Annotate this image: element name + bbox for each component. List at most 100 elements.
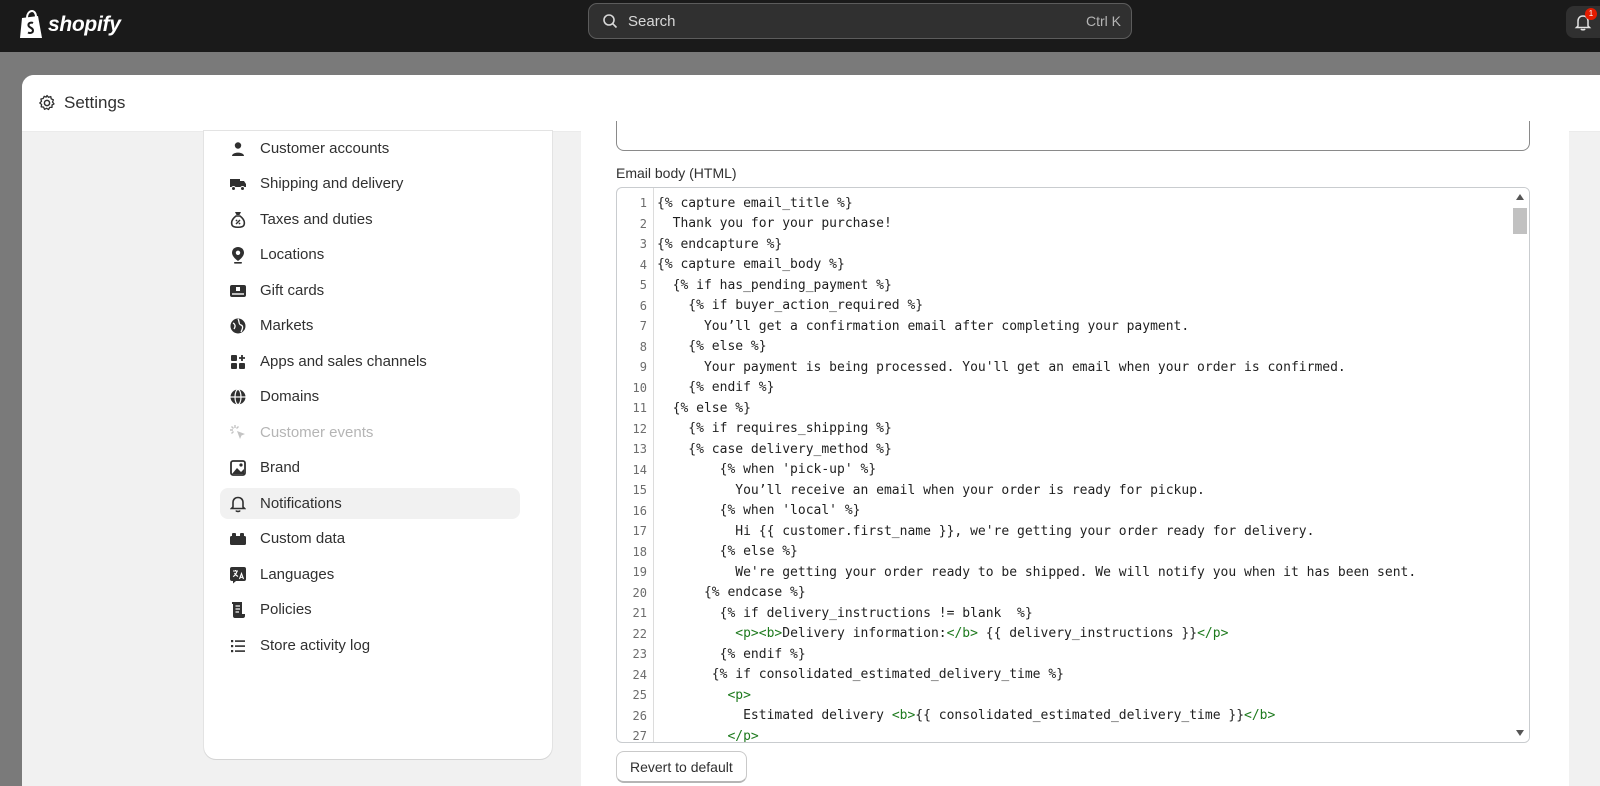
- cursor-click-icon: [228, 423, 248, 443]
- scroll-up-arrow-icon[interactable]: [1516, 194, 1524, 200]
- code-line[interactable]: 2 Thank you for your purchase!: [617, 214, 1416, 235]
- code-line[interactable]: 11 {% else %}: [617, 398, 1416, 419]
- tax-bag-icon: [228, 210, 248, 230]
- sidebar-item-label: Store activity log: [260, 637, 371, 654]
- sidebar-item-label: Notifications: [260, 495, 342, 512]
- gear-icon: [39, 94, 55, 111]
- code-text: Hi {{ customer.first_name }}, we're gett…: [657, 523, 1315, 539]
- sidebar-item-custom-data[interactable]: Custom data: [220, 523, 520, 554]
- sidebar-item-shipping-and-delivery[interactable]: Shipping and delivery: [220, 168, 520, 199]
- sidebar-item-notifications[interactable]: Notifications: [220, 488, 520, 519]
- brand-name: shopify: [48, 13, 121, 36]
- code-line[interactable]: 20 {% endcase %}: [617, 583, 1416, 604]
- scrollbar-thumb[interactable]: [1513, 208, 1527, 234]
- code-line[interactable]: 26 Estimated delivery <b>{{ consolidated…: [617, 706, 1416, 727]
- sidebar-item-brand[interactable]: Brand: [220, 452, 520, 483]
- modal-title: Settings: [64, 93, 126, 112]
- sidebar-item-label: Domains: [260, 388, 320, 405]
- sidebar-item-label: Markets: [260, 317, 314, 334]
- code-line[interactable]: 25 <p>: [617, 685, 1416, 706]
- settings-sidebar: Customer accounts Shipping and delivery …: [204, 131, 552, 759]
- code-line[interactable]: 15 You’ll receive an email when your ord…: [617, 480, 1416, 501]
- line-number: 10: [632, 380, 647, 395]
- code-line[interactable]: 27 </p>: [617, 726, 1416, 742]
- sidebar-item-apps-and-sales-channels[interactable]: Apps and sales channels: [220, 346, 520, 377]
- location-pin-icon: [228, 245, 248, 265]
- code-line[interactable]: 23 {% endif %}: [617, 644, 1416, 665]
- sidebar-item-locations[interactable]: Locations: [220, 239, 520, 270]
- sidebar-item-customer-accounts[interactable]: Customer accounts: [220, 133, 520, 164]
- code-line[interactable]: 3 {% endcapture %}: [617, 234, 1416, 255]
- html-code-editor[interactable]: 1 {% capture email_title %} 2 Thank you fo…: [616, 187, 1530, 743]
- code-text: Your payment is being processed. You'll …: [657, 359, 1346, 375]
- search-icon: [603, 14, 618, 29]
- notification-editor-panel: Email body (HTML) 1 {% capture email_titl…: [581, 121, 1569, 786]
- code-line[interactable]: 14 {% when 'pick-up' %}: [617, 460, 1416, 481]
- sidebar-item-store-activity-log[interactable]: Store activity log: [220, 630, 520, 661]
- line-number: 5: [639, 278, 647, 293]
- line-number: 21: [632, 606, 647, 621]
- line-number: 11: [632, 401, 647, 416]
- sidebar-item-label: Customer events: [260, 424, 374, 441]
- sidebar-item-markets[interactable]: Markets: [220, 310, 520, 341]
- sidebar-item-label: Taxes and duties: [260, 211, 373, 228]
- sidebar-item-label: Shipping and delivery: [260, 175, 404, 192]
- code-text: {% else %}: [657, 400, 751, 416]
- code-line[interactable]: 1 {% capture email_title %}: [617, 193, 1416, 214]
- notification-count-badge: 1: [1585, 8, 1597, 20]
- code-text: {% if delivery_instructions != blank %}: [657, 605, 1033, 621]
- code-text: {% capture email_title %}: [657, 195, 853, 211]
- globe-icon: [228, 387, 248, 407]
- line-number: 22: [632, 626, 647, 641]
- code-line[interactable]: 16 {% when 'local' %}: [617, 501, 1416, 522]
- email-subject-input[interactable]: [616, 121, 1530, 151]
- scroll-down-arrow-icon[interactable]: [1516, 730, 1524, 736]
- code-line[interactable]: 18 {% else %}: [617, 542, 1416, 563]
- code-line[interactable]: 13 {% case delivery_method %}: [617, 439, 1416, 460]
- code-line[interactable]: 21 {% if delivery_instructions != blank …: [617, 603, 1416, 624]
- sidebar-item-languages[interactable]: Languages: [220, 559, 520, 590]
- code-text: <p>: [727, 687, 751, 703]
- code-line[interactable]: 4 {% capture email_body %}: [617, 255, 1416, 276]
- sidebar-item-label: Brand: [260, 459, 301, 476]
- line-number: 23: [632, 647, 647, 662]
- sidebar-item-gift-cards[interactable]: Gift cards: [220, 275, 520, 306]
- revert-to-default-button[interactable]: Revert to default: [616, 751, 747, 783]
- sidebar-item-taxes-and-duties[interactable]: Taxes and duties: [220, 204, 520, 235]
- shopify-logo[interactable]: shopify: [18, 8, 121, 42]
- code-line[interactable]: 5 {% if has_pending_payment %}: [617, 275, 1416, 296]
- sidebar-item-domains[interactable]: Domains: [220, 381, 520, 412]
- editor-scrollbar[interactable]: [1511, 188, 1529, 742]
- top-bar: shopify Search Ctrl K 1: [0, 0, 1600, 52]
- database-icon: [228, 529, 248, 549]
- image-icon: [228, 458, 248, 478]
- line-number: 19: [632, 565, 647, 580]
- code-text: Thank you for your purchase!: [657, 216, 892, 232]
- code-line[interactable]: 19 We're getting your order ready to be …: [617, 562, 1417, 583]
- code-text: {% endif %}: [657, 646, 806, 662]
- line-number: 8: [639, 339, 647, 354]
- code-line[interactable]: 6 {% if buyer_action_required %}: [617, 296, 1416, 317]
- code-text: {% endif %}: [657, 380, 775, 396]
- code-line[interactable]: 22 <p><b>Delivery information:</b> {{ de…: [617, 624, 1416, 645]
- line-number: 4: [639, 257, 647, 272]
- code-line[interactable]: 10 {% endif %}: [617, 378, 1416, 399]
- code-line[interactable]: 12 {% if requires_shipping %}: [617, 419, 1416, 440]
- code-text: {% if requires_shipping %}: [657, 421, 892, 437]
- code-text: We're getting your order ready to be shi…: [657, 564, 1417, 580]
- code-line[interactable]: 7 You’ll get a confirmation email after …: [617, 316, 1416, 337]
- sidebar-item-policies[interactable]: Policies: [220, 594, 520, 625]
- code-text: {% case delivery_method %}: [657, 441, 892, 457]
- notifications-button[interactable]: 1: [1566, 6, 1600, 38]
- shopify-bag-icon: [20, 10, 42, 38]
- code-line[interactable]: 8 {% else %}: [617, 337, 1416, 358]
- sidebar-item-label: Languages: [260, 566, 335, 583]
- code-line[interactable]: 24 {% if consolidated_estimated_delivery…: [617, 665, 1416, 686]
- gift-card-icon: [228, 281, 248, 301]
- code-line[interactable]: 9 Your payment is being processed. You'l…: [617, 357, 1416, 378]
- sidebar-item-label: Customer accounts: [260, 140, 390, 157]
- search-bar[interactable]: Search Ctrl K: [588, 3, 1132, 39]
- code-text: <p><b>Delivery information:</b> {{ deliv…: [735, 626, 1229, 642]
- search-placeholder: Search: [628, 12, 676, 30]
- code-line[interactable]: 17 Hi {{ customer.first_name }}, we're g…: [617, 521, 1416, 542]
